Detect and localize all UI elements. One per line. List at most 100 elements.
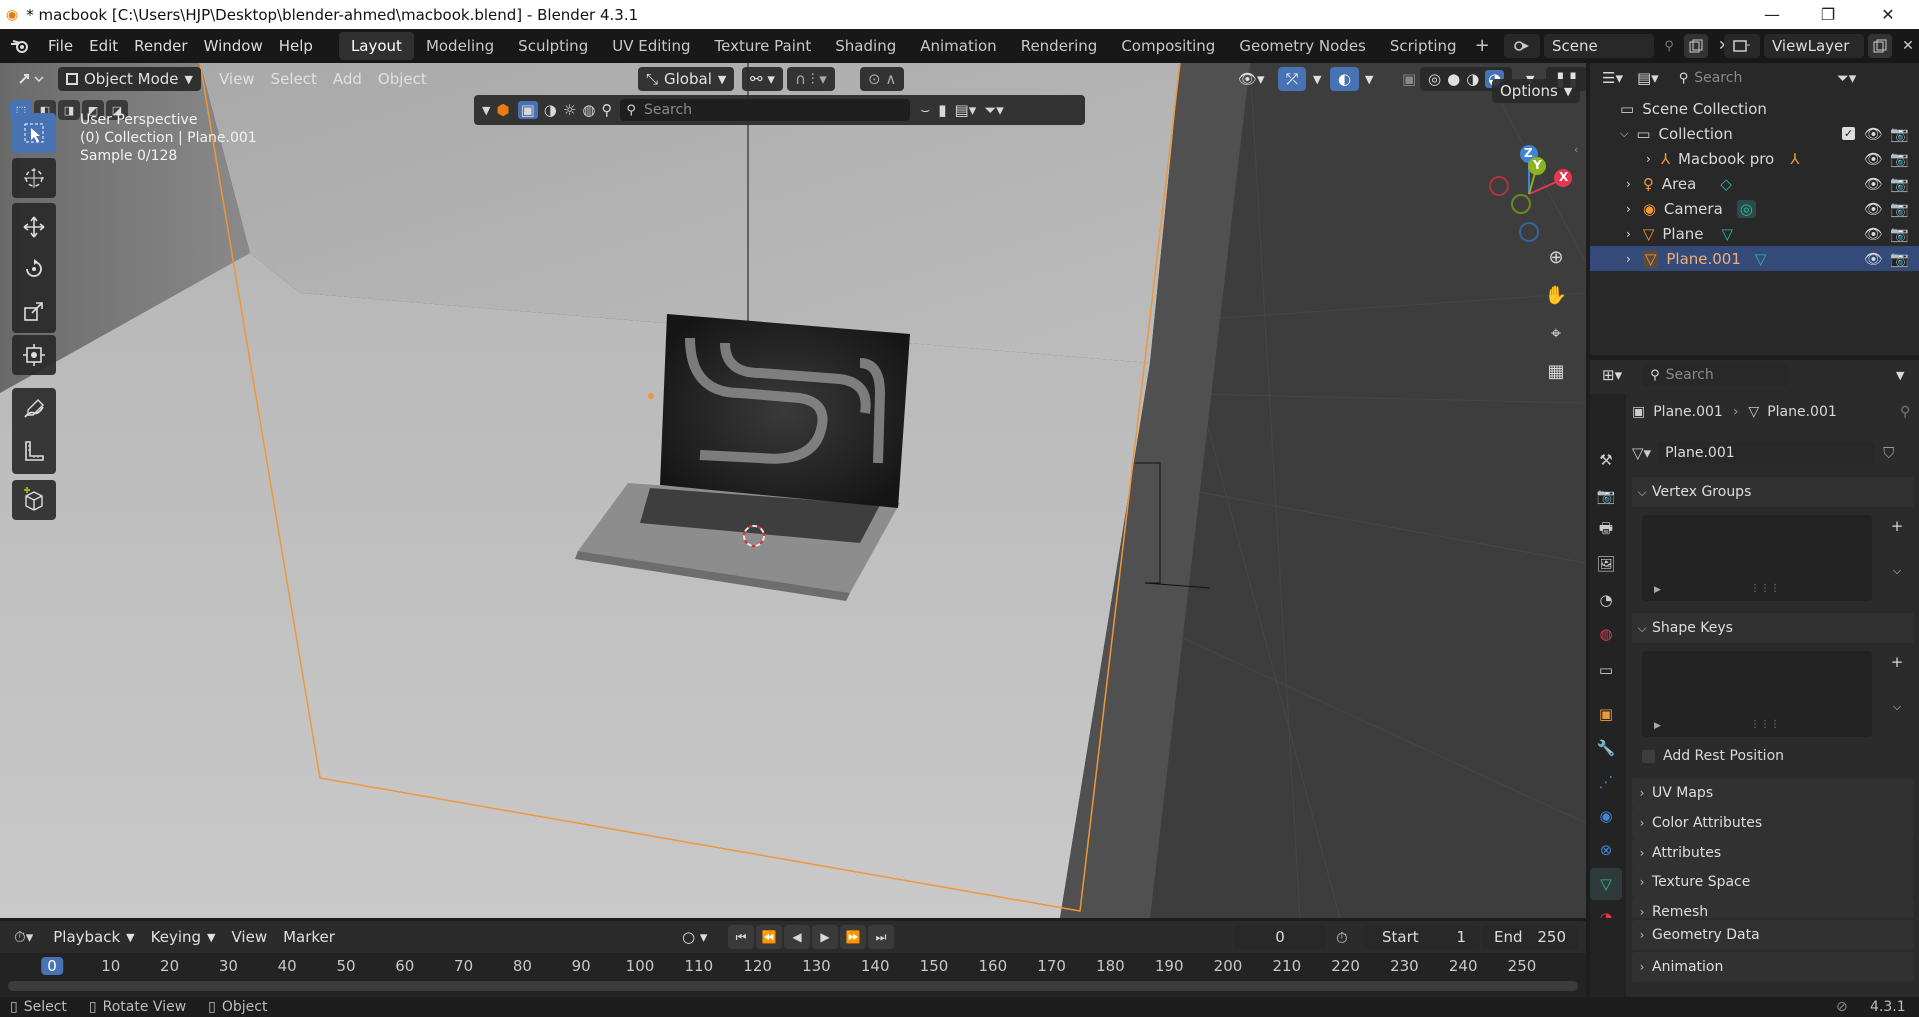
outliner-row-collection[interactable]: ⌵ ▭ Collection ✓ 👁 📷 [1590, 121, 1919, 146]
blender-menu-icon[interactable] [0, 38, 40, 54]
filter-icon[interactable]: ⏷▾ [984, 101, 1004, 119]
timeline-menu-keying[interactable]: Keying ▼ [143, 925, 224, 949]
pin-icon[interactable]: ⚲ [1658, 34, 1680, 58]
list-resize-icon[interactable]: ⋮⋮⋮ [1750, 719, 1780, 730]
tab-object-icon[interactable]: ▣ [1590, 698, 1622, 730]
tab-scripting[interactable]: Scripting [1378, 32, 1469, 60]
tab-physics-icon[interactable]: ◉ [1590, 800, 1622, 832]
filter-icon[interactable]: ⏷▾ [1837, 69, 1857, 87]
filter-light-icon[interactable]: ☼ [563, 101, 576, 119]
vertex-groups-list[interactable]: ▶ ⋮⋮⋮ [1642, 515, 1872, 601]
delete-viewlayer-icon[interactable]: ✕ [1896, 34, 1919, 58]
sidebar-toggle-icon[interactable]: ‹ [1574, 143, 1578, 156]
stopwatch-icon[interactable]: ⏱ [1336, 929, 1348, 947]
eye-icon[interactable]: 👁 [1864, 125, 1883, 143]
include-checkbox-icon[interactable]: ✓ [1842, 127, 1855, 140]
jump-start-icon[interactable]: ⏮ [728, 925, 754, 949]
end-frame-field[interactable]: End 250 [1482, 925, 1578, 949]
outliner-row-scene-collection[interactable]: ▭ Scene Collection [1590, 96, 1919, 121]
eye-icon[interactable]: 👁 [1864, 150, 1883, 168]
tab-animation[interactable]: Animation [908, 32, 1008, 60]
select-box-tool[interactable] [12, 113, 56, 153]
tab-modeling[interactable]: Modeling [414, 32, 506, 60]
tab-view-layer-icon[interactable]: 🖼 [1590, 548, 1622, 580]
cursor-tool[interactable] [12, 158, 56, 198]
shape-keys-list[interactable]: ▶ ⋮⋮⋮ [1642, 651, 1872, 737]
play-icon[interactable]: ▶ [812, 925, 838, 949]
gizmo-dropdown-icon[interactable]: ▼ [1305, 67, 1329, 91]
start-frame-field[interactable]: Start 1 [1364, 925, 1480, 949]
mode-dropdown[interactable]: Object Mode ▼ [58, 67, 201, 91]
chevron-right-icon[interactable]: › [1626, 227, 1631, 241]
tab-scene-icon[interactable]: ◔ [1590, 584, 1622, 616]
chevron-right-icon[interactable]: › [1626, 252, 1631, 266]
tab-modifiers-icon[interactable]: 🔧 [1590, 732, 1622, 764]
timeline-menu-playback[interactable]: Playback ▼ [45, 925, 142, 949]
annotate-tool[interactable] [12, 389, 56, 429]
scene-name-field[interactable]: Scene [1544, 34, 1654, 58]
play-reverse-icon[interactable]: ◀ [784, 925, 810, 949]
chevron-down-icon[interactable]: ▼ [482, 104, 490, 117]
panel-geometry-data[interactable]: › Geometry Data [1632, 920, 1914, 950]
tab-compositing[interactable]: Compositing [1109, 32, 1227, 60]
options-dropdown[interactable]: Options ▼ [1492, 79, 1581, 103]
3d-viewport[interactable]: Object Mode ▼ View Select Add Object ⤡ G… [0, 63, 1586, 918]
outliner-row-plane[interactable]: › ▽ Plane ▽ 👁 📷 [1590, 221, 1919, 246]
pan-hand-icon[interactable]: ✋ [1538, 277, 1574, 313]
timeline-ruler[interactable]: 0 10 20 30 40 50 60 70 80 90 100 110 120 130 140 150 160… [0, 953, 1586, 997]
tab-output-icon[interactable]: 🖶 [1590, 514, 1622, 546]
viewport-menu-object[interactable]: Object [370, 67, 435, 91]
filter-world-icon[interactable]: ◍ [582, 101, 595, 119]
minimize-button[interactable]: — [1744, 0, 1800, 29]
add-workspace-button[interactable]: + [1469, 32, 1496, 60]
measure-tool[interactable] [12, 431, 56, 471]
bookmark-icon[interactable]: ▮ [938, 101, 946, 119]
asset-search-input[interactable]: ⚲ Search [620, 99, 911, 121]
outliner-row-macbook-pro[interactable]: › ⅄ Macbook pro ⅄ 👁 📷 [1590, 146, 1919, 171]
fake-user-shield-icon[interactable]: ⛉ [1883, 444, 1894, 462]
tab-uv-editing[interactable]: UV Editing [600, 32, 702, 60]
transform-tool[interactable] [12, 335, 56, 375]
timeline-scrollbar[interactable] [8, 981, 1578, 991]
new-viewlayer-icon[interactable] [1868, 34, 1892, 58]
material-shading-icon[interactable]: ◑ [1466, 70, 1479, 88]
next-keyframe-icon[interactable]: ⏩ [840, 925, 866, 949]
tab-constraints-icon[interactable]: ⊗ [1590, 834, 1622, 866]
filter-material-icon[interactable]: ◑ [544, 101, 557, 119]
list-expand-icon[interactable]: ▶ [1654, 585, 1661, 595]
viewport-menu-add[interactable]: Add [325, 67, 370, 91]
add-shape-key-button[interactable]: + [1885, 651, 1909, 673]
scale-tool[interactable] [12, 291, 56, 331]
mesh-data-name-field[interactable]: Plane.001 [1657, 442, 1876, 464]
timeline-menu-view[interactable]: View [224, 925, 276, 949]
menu-file[interactable]: File [40, 29, 81, 63]
panel-animation[interactable]: › Animation [1632, 952, 1914, 982]
tab-particles-icon[interactable]: ⋰ [1590, 766, 1622, 798]
object-type-filter-icon[interactable]: ⬢ [496, 101, 509, 119]
overlays-toggle-icon[interactable]: ◐ [1330, 67, 1360, 91]
close-button[interactable]: ✕ [1860, 0, 1916, 29]
transform-orientation-dropdown[interactable]: ⤡ Global ▼ [638, 67, 735, 91]
visibility-icon[interactable]: 👁▾ [1230, 67, 1273, 91]
viewport-menu-select[interactable]: Select [263, 67, 325, 91]
overlays-dropdown-icon[interactable]: ▼ [1357, 67, 1381, 91]
outliner-row-plane-001[interactable]: › ▽ Plane.001 ▽ 👁 📷 [1590, 246, 1919, 271]
camera-render-icon[interactable]: 📷 [1890, 250, 1909, 268]
current-frame-field[interactable]: 0 [1234, 925, 1326, 949]
properties-search-input[interactable]: ⚲ Search [1642, 364, 1789, 386]
panel-shape-keys[interactable]: ⌵ Shape Keys [1632, 613, 1914, 643]
navigation-gizmo[interactable]: Z X Y [1474, 139, 1584, 249]
outliner-row-camera[interactable]: › ◉ Camera ◎ 👁 📷 [1590, 196, 1919, 221]
eye-icon[interactable]: 👁 [1864, 225, 1883, 243]
add-cube-tool[interactable] [12, 480, 56, 520]
pin-icon[interactable]: ⚲ [1900, 404, 1910, 420]
list-expand-icon[interactable]: ▶ [1654, 721, 1661, 731]
display-mode-icon[interactable]: ▤▾ [955, 101, 977, 119]
shape-key-specials-button[interactable]: ⌵ [1885, 696, 1909, 718]
tab-collection-icon[interactable]: ▭ [1590, 654, 1622, 686]
tab-world-icon[interactable]: ◍ [1590, 618, 1622, 650]
jump-end-icon[interactable]: ⏭ [868, 925, 894, 949]
menu-help[interactable]: Help [271, 29, 321, 63]
filter-brush-icon[interactable]: ⚲ [601, 101, 612, 119]
curve-icon[interactable]: ⌣ [920, 101, 930, 119]
